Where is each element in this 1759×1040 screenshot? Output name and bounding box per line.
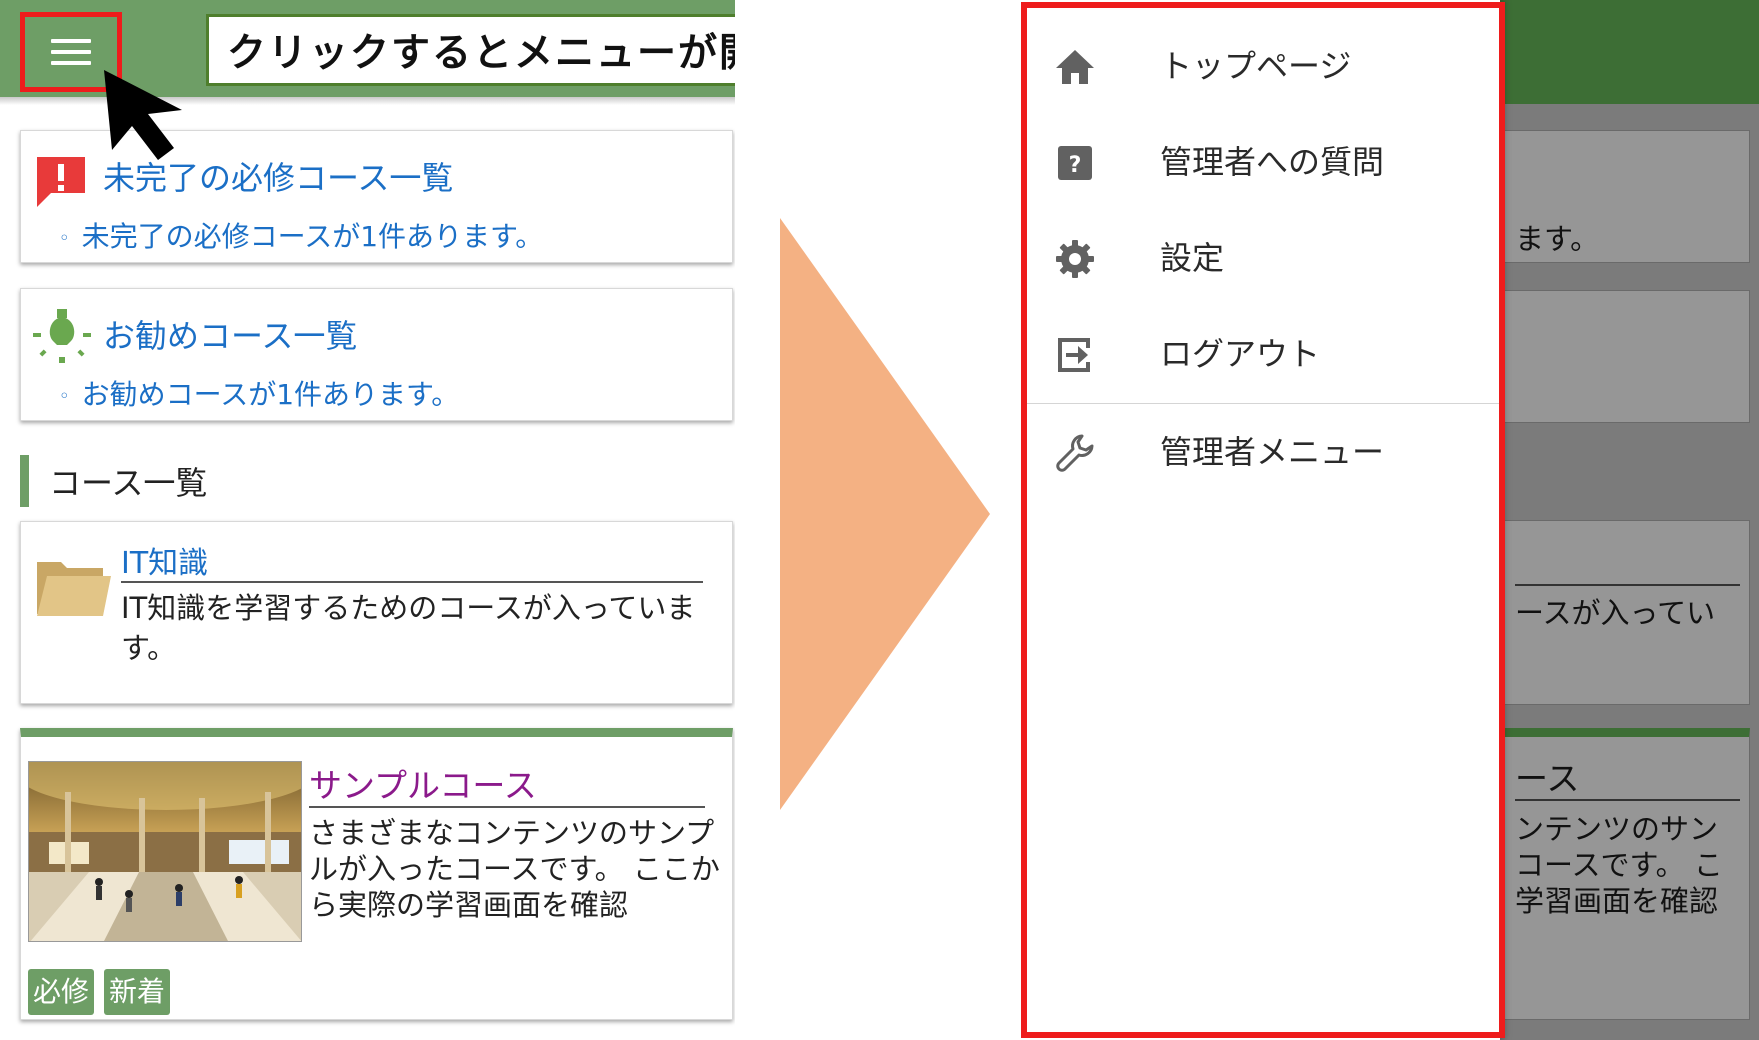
course-thumbnail-image[interactable] xyxy=(28,761,302,942)
menu-item-label: ログアウト xyxy=(1160,335,1321,373)
menu-item-label: 管理者メニュー xyxy=(1160,433,1385,471)
course-description: IT知識を学習するためのコースが入っています。 xyxy=(121,591,696,665)
instruction-callout: クリックするとメニューが開きます xyxy=(206,14,735,86)
home-screen: クリックするとメニューが開きます 未完了の必修コース一覧 ◦未完了の必修コースが… xyxy=(0,0,735,1040)
home-icon xyxy=(1056,50,1094,84)
gear-icon xyxy=(1056,240,1094,278)
course-card-sample[interactable]: サンプルコース さまざまなコンテンツのサンプルが入ったコースです。 ここから実際… xyxy=(20,728,733,1020)
list-bullet: ◦ xyxy=(59,227,70,249)
wrench-icon xyxy=(1056,434,1094,472)
svg-text:?: ? xyxy=(1069,153,1082,178)
section-title: コース一覧 xyxy=(49,464,208,502)
dimmed-text: ース xyxy=(1515,759,1580,798)
menu-item-settings[interactable]: 設定 xyxy=(1020,210,1500,306)
menu-item-ask-admin[interactable]: ? 管理者への質問 xyxy=(1020,114,1500,210)
question-icon: ? xyxy=(1058,146,1092,180)
lightbulb-icon xyxy=(33,309,91,363)
alert-icon xyxy=(37,157,85,207)
title-divider xyxy=(121,581,703,583)
dimmed-text: 学習画面を確認 xyxy=(1515,884,1719,918)
section-accent-bar xyxy=(20,455,29,507)
menu-item-label: 管理者への質問 xyxy=(1160,143,1385,181)
dimmed-divider xyxy=(1515,799,1740,801)
course-card-it[interactable]: IT知識 IT知識を学習するためのコースが入っています。 xyxy=(20,521,733,704)
course-title[interactable]: IT知識 xyxy=(121,538,208,582)
mouse-cursor-icon xyxy=(104,70,182,160)
list-bullet: ◦ xyxy=(59,385,70,407)
course-title[interactable]: サンプルコース xyxy=(309,759,537,807)
menu-item-label: 設定 xyxy=(1160,239,1225,277)
required-badge: 必修 xyxy=(28,969,94,1015)
required-course-text: 未完了の必修コースが1件あります。 xyxy=(81,220,544,253)
recommended-course-card[interactable]: お勧めコース一覧 ◦ お勧めコースが1件あります。 xyxy=(20,288,733,421)
folder-icon xyxy=(37,562,111,616)
menu-open-screen: ます。 ースが入ってい ース ンテンツのサン コースです。 こ 学習画面を確認 … xyxy=(1020,0,1759,1040)
recommended-course-title[interactable]: お勧めコース一覧 xyxy=(103,311,357,357)
navigation-drawer: トップページ ? 管理者への質問 設定 ログアウト 管理者メニュー xyxy=(1020,0,1505,1040)
callout-text: クリックするとメニューが開きます xyxy=(227,31,735,76)
transition-arrow-icon xyxy=(780,218,990,810)
new-badge: 新着 xyxy=(104,969,170,1015)
required-course-description[interactable]: ◦ 未完了の必修コースが1件あります。 xyxy=(59,215,543,255)
hamburger-line xyxy=(51,39,91,43)
dimmed-text: ースが入ってい xyxy=(1515,596,1716,630)
recommended-course-description[interactable]: ◦ お勧めコースが1件あります。 xyxy=(59,373,459,413)
menu-item-admin-menu[interactable]: 管理者メニュー xyxy=(1020,404,1500,500)
menu-item-top-page[interactable]: トップページ xyxy=(1020,18,1500,114)
menu-item-logout[interactable]: ログアウト xyxy=(1020,306,1500,402)
course-list-header: コース一覧 xyxy=(20,455,207,507)
recommended-course-text: お勧めコースが1件あります。 xyxy=(81,378,460,411)
menu-item-label: トップページ xyxy=(1160,47,1352,85)
dimmed-divider xyxy=(1515,584,1740,586)
hamburger-line xyxy=(51,50,91,54)
course-description: さまざまなコンテンツのサンプルが入ったコースです。 ここから実際の学習画面を確認 xyxy=(309,816,720,922)
dimmed-text: ます。 xyxy=(1515,222,1600,256)
hamburger-line xyxy=(51,61,91,65)
title-divider xyxy=(309,806,705,808)
logout-icon xyxy=(1058,338,1090,372)
